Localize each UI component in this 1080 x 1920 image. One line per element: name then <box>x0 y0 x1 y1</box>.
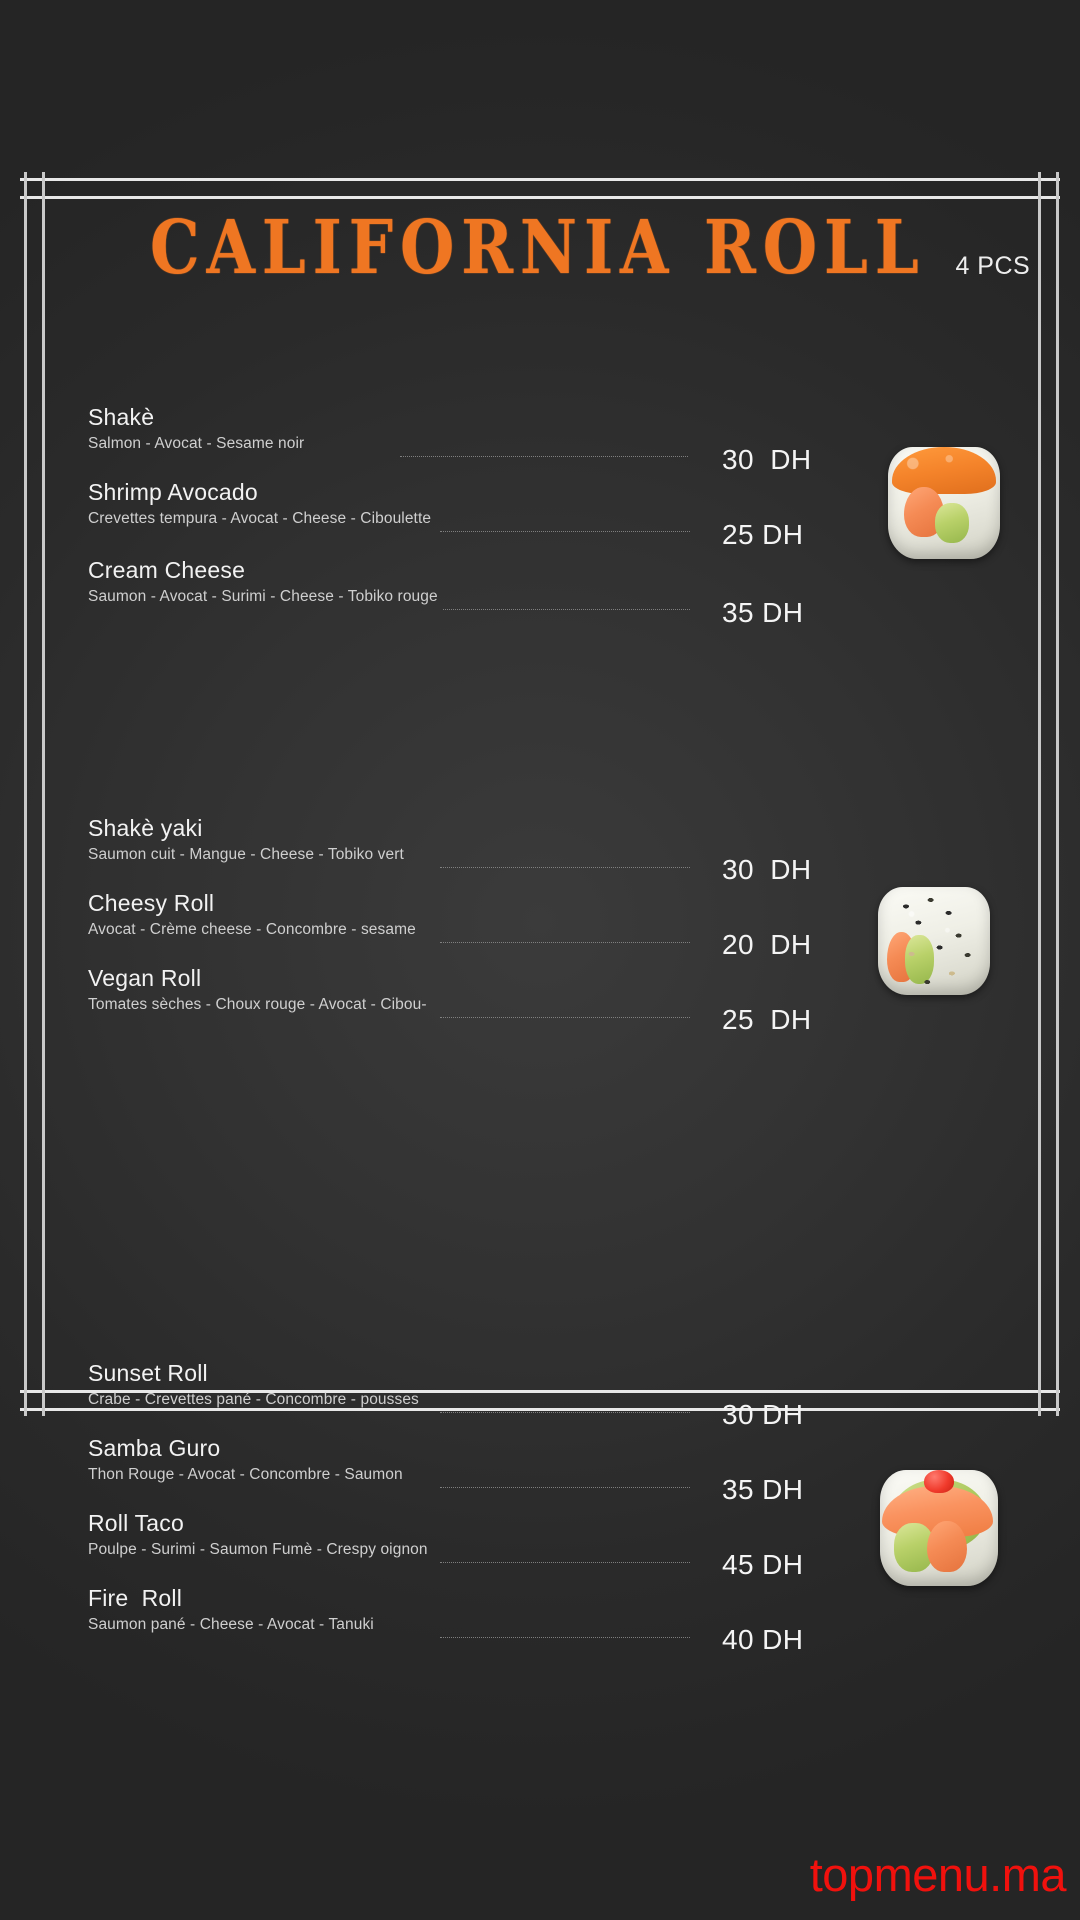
frame-line-top-inner <box>20 196 1060 199</box>
page-title: CALIFORNIA ROLL <box>150 203 926 291</box>
leader-dots <box>440 1487 690 1488</box>
red-tobiko-garnish <box>923 1470 955 1494</box>
frame-line-left-inner <box>42 172 45 1416</box>
menu-item[interactable]: Cream Cheese Saumon - Avocat - Surimi - … <box>0 557 1080 632</box>
item-name: Shakè <box>88 404 155 430</box>
menu-item[interactable]: Sunset Roll Crabe - Crevettes pané - Con… <box>0 1360 1080 1435</box>
item-name: Fire Roll <box>88 1585 183 1611</box>
leader-dots <box>440 531 690 532</box>
leader-dots <box>440 1637 690 1638</box>
item-price: 25 DH <box>722 519 804 550</box>
site-watermark: topmenu.ma <box>809 1848 1067 1901</box>
leader-dots <box>440 867 690 868</box>
item-name: Shakè yaki <box>88 815 203 841</box>
frame-line-right-inner <box>1038 172 1041 1416</box>
frame-line-top-outer <box>20 178 1060 181</box>
item-price: 35 DH <box>722 1474 804 1505</box>
menu-page: CALIFORNIA ROLL 4 PCS Shakè Salmon - Avo… <box>0 0 1080 1920</box>
menu-item[interactable]: Fire Roll Saumon pané - Cheese - Avocat … <box>0 1585 1080 1660</box>
salmon-filling <box>927 1521 968 1573</box>
leader-dots <box>440 1562 690 1563</box>
item-description: Crabe - Crevettes pané - Concombre - pou… <box>88 1391 419 1409</box>
pieces-badge: 4 PCS <box>955 252 1031 280</box>
item-name: Cream Cheese <box>88 557 246 583</box>
sesame-seeds <box>878 887 990 995</box>
leader-dots <box>440 1017 690 1018</box>
item-price: 45 DH <box>722 1549 804 1580</box>
leader-dots <box>443 609 690 610</box>
item-price: 40 DH <box>722 1624 804 1655</box>
item-price: 25 DH <box>722 1004 812 1035</box>
leader-dots <box>440 1412 690 1413</box>
sushi-photo-sesame <box>878 887 990 995</box>
frame-line-right-outer <box>1056 172 1059 1416</box>
leader-dots <box>400 456 688 457</box>
leader-dots <box>440 942 690 943</box>
item-description: Tomates sèches - Choux rouge - Avocat - … <box>88 996 427 1014</box>
item-price: 30 DH <box>722 854 812 885</box>
item-price: 35 DH <box>722 597 804 628</box>
item-price: 30 DH <box>722 1399 804 1430</box>
menu-item[interactable]: Shakè yaki Saumon cuit - Mangue - Cheese… <box>0 815 1080 890</box>
menu-header: CALIFORNIA ROLL 4 PCS <box>0 210 1080 285</box>
sushi-photo-orange-tobiko <box>888 447 1000 559</box>
item-price: 30 DH <box>722 444 812 475</box>
item-price: 20 DH <box>722 929 812 960</box>
item-description: Saumon - Avocat - Surimi - Cheese - Tobi… <box>88 588 438 606</box>
item-description: Saumon cuit - Mangue - Cheese - Tobiko v… <box>88 846 404 864</box>
avocado-filling <box>935 503 969 544</box>
item-name: Sunset Roll <box>88 1360 208 1386</box>
sushi-photo-salmon-top <box>880 1470 998 1586</box>
item-name: Samba Guro <box>88 1435 221 1461</box>
item-description: Saumon pané - Cheese - Avocat - Tanuki <box>88 1616 374 1634</box>
frame-line-left-outer <box>24 172 27 1416</box>
